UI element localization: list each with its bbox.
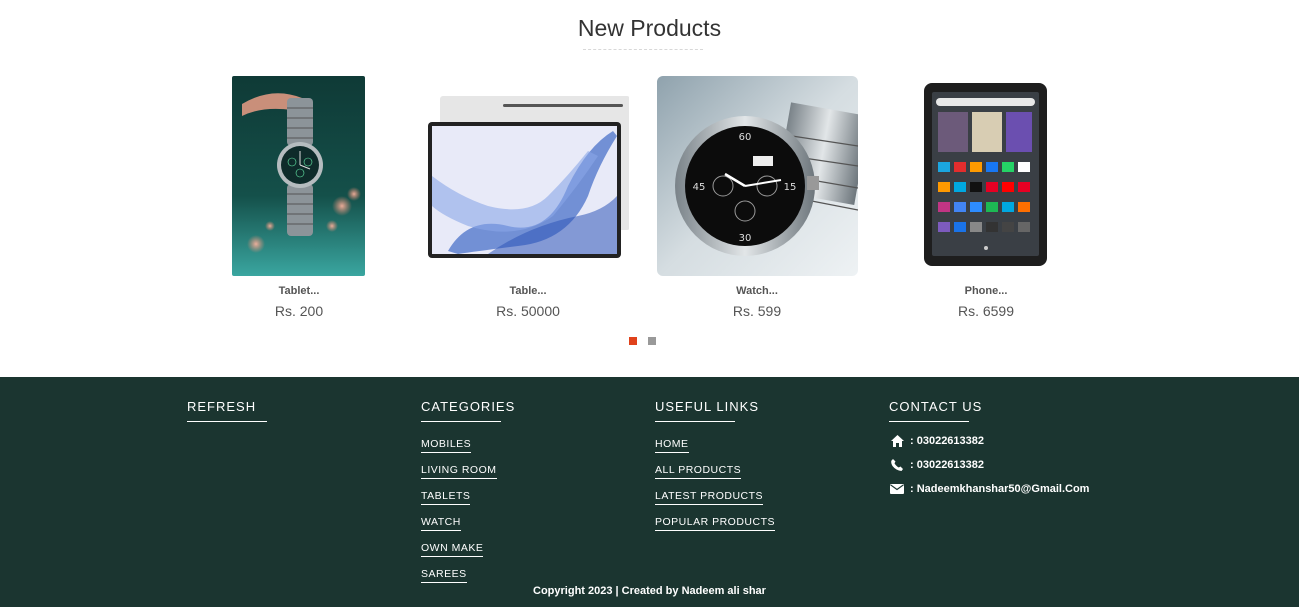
product-card[interactable]: Tablet... Rs. 200 [184,76,414,326]
product-name[interactable]: Watch... [642,285,872,297]
product-image-tablet[interactable] [428,76,629,276]
watch-photo [232,76,365,276]
phone-icon [889,458,905,472]
footer-link-living-room[interactable]: LIVING ROOM [421,464,497,479]
product-image-watch-hand[interactable] [232,76,365,276]
footer-heading-useful-links: USEFUL LINKS [655,399,759,414]
home-icon [889,434,905,448]
product-image-phone[interactable] [924,76,1048,266]
product-card[interactable]: Phone... Rs. 6599 [871,76,1101,326]
envelope-icon [889,482,905,496]
footer-link-mobiles[interactable]: MOBILES [421,438,472,453]
heading-underline [655,421,735,422]
contact-address: : 03022613382 [889,434,1089,448]
carousel-dots [629,337,656,345]
product-price: Rs. 6599 [957,303,1015,319]
footer-link-tablets[interactable]: TABLETS [421,490,471,505]
footer-heading-categories: CATEGORIES [421,399,516,414]
title-underline [583,49,703,50]
product-name[interactable]: Table... [413,285,643,297]
carousel-dot-2[interactable] [648,337,656,345]
new-products-section: New Products Tablet... Rs. 200 Table... … [0,0,1299,377]
product-price: Rs. 599 [732,303,782,319]
category-links: MOBILES LIVING ROOM TABLETS WATCH OWN MA… [421,434,515,583]
heading-underline [889,421,969,422]
footer-contact-column: CONTACT US : 03022613382 : 03022613382 :… [889,399,1089,506]
contact-phone-text: : 03022613382 [910,459,985,471]
contact-phone: : 03022613382 [889,458,1089,472]
phone-photo [924,83,1047,266]
carousel-dot-1[interactable] [629,337,637,345]
copyright-text: Copyright 2023 | Created by Nadeem ali s… [533,585,766,597]
footer-heading-contact: CONTACT US [889,399,983,414]
product-name[interactable]: Tablet... [184,285,414,297]
product-price: Rs. 200 [274,303,324,319]
product-card[interactable]: 60 15 30 45 Watch... Rs. 599 [642,76,872,326]
footer-link-latest-products[interactable]: LATEST PRODUCTS [655,490,764,505]
footer-link-sarees[interactable]: SAREES [421,568,467,583]
steel-watch-photo: 60 15 30 45 [657,76,858,276]
heading-underline [421,421,501,422]
footer-categories-column: CATEGORIES MOBILES LIVING ROOM TABLETS W… [421,399,515,590]
tablet-photo [428,76,629,276]
footer-link-all-products[interactable]: ALL PRODUCTS [655,464,742,479]
footer-useful-links-column: USEFUL LINKS HOME ALL PRODUCTS LATEST PR… [655,399,776,538]
contact-email: : Nadeemkhanshar50@Gmail.Com [889,482,1089,496]
svg-text:60: 60 [739,132,752,143]
product-image-steel-watch[interactable]: 60 15 30 45 [657,76,858,276]
footer-link-watch[interactable]: WATCH [421,516,461,531]
svg-text:15: 15 [784,182,797,193]
contact-address-text: : 03022613382 [910,435,985,447]
heading-underline [187,421,267,422]
footer-heading-refresh: REFRESH [187,399,257,414]
contact-email-text[interactable]: : Nadeemkhanshar50@Gmail.Com [910,483,1089,495]
product-price: Rs. 50000 [496,303,560,319]
svg-text:45: 45 [693,182,706,193]
section-title: New Products [577,15,722,41]
product-name[interactable]: Phone... [871,285,1101,297]
svg-text:30: 30 [739,233,752,244]
useful-links: HOME ALL PRODUCTS LATEST PRODUCTS POPULA… [655,434,776,531]
footer-refresh-column: REFRESH [187,399,267,434]
footer-link-own-make[interactable]: OWN MAKE [421,542,484,557]
footer-link-home[interactable]: HOME [655,438,689,453]
footer: REFRESH CATEGORIES MOBILES LIVING ROOM T… [0,377,1299,607]
footer-link-popular-products[interactable]: POPULAR PRODUCTS [655,516,776,531]
product-card[interactable]: Table... Rs. 50000 [413,76,643,326]
